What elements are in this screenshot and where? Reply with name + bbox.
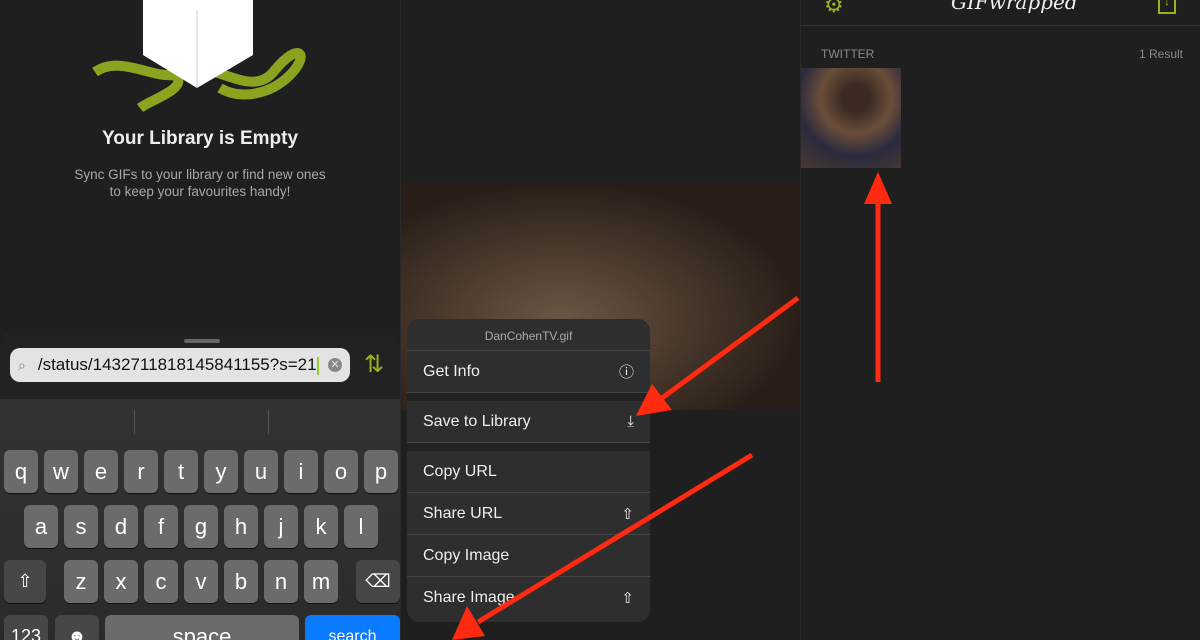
key-b[interactable]: b [224,560,258,603]
magnifier-icon: ⌕ [18,356,26,373]
save-icon: ⤓ [627,413,634,430]
key-g[interactable]: g [184,505,218,548]
menu-title: DanCohenTV.gif [407,319,650,351]
key-o[interactable]: o [324,450,358,493]
key-r[interactable]: r [124,450,158,493]
search-results-panel: ⚙ GIFwrapped ↓ TWITTER 1 Result [800,0,1200,640]
key-z[interactable]: z [64,560,98,603]
key-v[interactable]: v [184,560,218,603]
menu-item-share-url[interactable]: Share URL ⇧ [407,493,650,535]
emoji-key[interactable]: ☻ [55,615,99,640]
key-j[interactable]: j [264,505,298,548]
key-k[interactable]: k [304,505,338,548]
menu-item-copy-url[interactable]: Copy URL [407,451,650,493]
key-f[interactable]: f [144,505,178,548]
numbers-key[interactable]: 123 [4,615,48,640]
nav-bar: ⚙ GIFwrapped ↓ [801,0,1200,26]
key-m[interactable]: m [304,560,338,603]
suggestion-divider [268,410,269,434]
gift-box-illustration [92,0,306,113]
context-menu: DanCohenTV.gif Get Info ⓘ Save to Library… [407,319,650,622]
section-header: TWITTER [821,47,875,61]
info-icon: ⓘ [618,364,634,381]
search-input[interactable]: ⌕ /status/1432711818145841155?s=21 ✕ [10,348,350,382]
result-count: 1 Result [1138,47,1183,61]
shift-key[interactable]: ⇧ [4,560,46,603]
key-e[interactable]: e [84,450,118,493]
menu-item-get-info[interactable]: Get Info ⓘ [407,351,650,393]
share-icon: ⇧ [621,590,634,607]
suggestion-divider [134,410,135,434]
key-w[interactable]: w [44,450,78,493]
sort-arrows-icon[interactable]: ⇅ [364,350,384,379]
key-i[interactable]: i [284,450,318,493]
clear-icon[interactable]: ✕ [328,358,342,372]
gif-thumbnail[interactable] [801,68,901,168]
library-panel: Your Library is Empty Sync GIFs to your … [0,0,400,640]
search-input-value[interactable]: /status/1432711818145841155?s=21 [38,355,317,374]
key-d[interactable]: d [104,505,138,548]
space-key[interactable]: space [105,615,299,640]
key-u[interactable]: u [244,450,278,493]
key-q[interactable]: q [4,450,38,493]
share-icon: ⇧ [621,505,634,523]
menu-item-save-to-library[interactable]: Save to Library ⤓ [407,401,650,443]
key-t[interactable]: t [164,450,198,493]
gear-icon[interactable]: ⚙ [824,0,844,18]
key-c[interactable]: c [144,560,178,603]
empty-library-title: Your Library is Empty [101,128,299,149]
menu-item-copy-image[interactable]: Copy Image [407,535,650,577]
menu-item-share-image[interactable]: Share Image ⇧ [407,577,650,619]
app-logo: GIFwrapped [951,0,1078,14]
sheet-grabber[interactable] [184,339,220,343]
delete-key[interactable]: ⌫ [356,560,400,603]
key-l[interactable]: l [344,505,378,548]
preview-panel: DanCohenTV.gif Get Info ⓘ Save to Library… [400,0,800,640]
search-key[interactable]: search [305,615,400,640]
key-y[interactable]: y [204,450,238,493]
key-x[interactable]: x [104,560,138,603]
download-icon[interactable]: ↓ [1158,0,1176,14]
key-p[interactable]: p [364,450,398,493]
key-n[interactable]: n [264,560,298,603]
key-s[interactable]: s [64,505,98,548]
key-a[interactable]: a [24,505,58,548]
key-h[interactable]: h [224,505,258,548]
empty-library-subtitle: Sync GIFs to your library or find new on… [74,167,326,199]
